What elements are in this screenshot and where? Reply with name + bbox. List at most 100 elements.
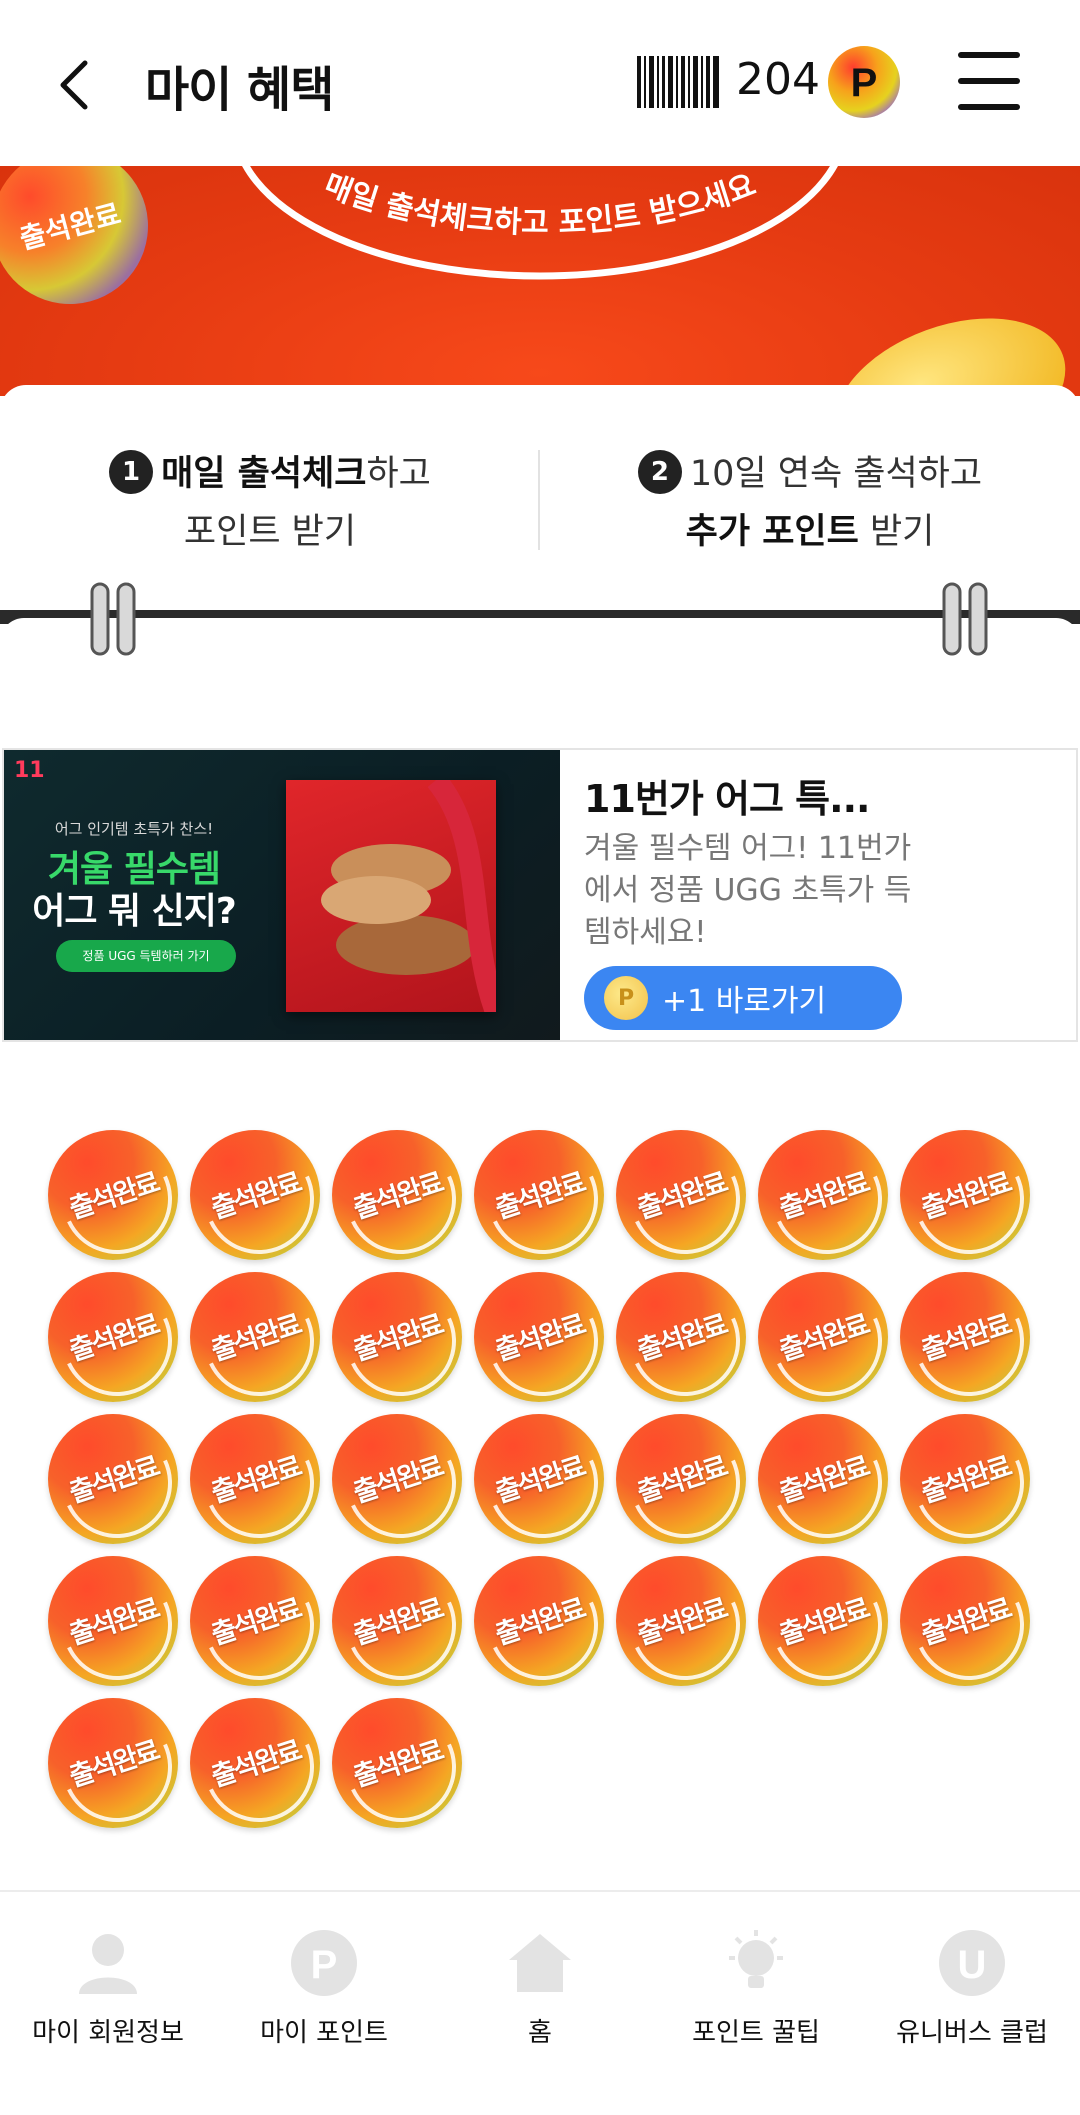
- top-bar: 마이 혜택 204 P: [0, 0, 1080, 166]
- attendance-stamp: 출석완료: [48, 1272, 178, 1402]
- attendance-stamp: 출석완료: [474, 1272, 604, 1402]
- attendance-stamp: 출석완료: [190, 1272, 320, 1402]
- ad-title: 11번가 어그 특...: [584, 777, 870, 821]
- attendance-stamp: 출석완료: [190, 1130, 320, 1260]
- step-2-bold: 추가 포인트: [685, 512, 859, 552]
- nav-label: 유니버스 클럽: [896, 2018, 1048, 2048]
- stamp-label: 출석완료: [775, 1593, 873, 1652]
- stamp-label: 출석완료: [491, 1309, 589, 1368]
- stamp-label: 출석완료: [207, 1167, 305, 1226]
- attendance-stamp: 출석완료: [190, 1698, 320, 1828]
- nav-item-my-point[interactable]: P 마이 포인트: [216, 1928, 432, 2049]
- attendance-stamp: 출석완료: [758, 1130, 888, 1260]
- nav-item-universe-club[interactable]: U 유니버스 클럽: [864, 1928, 1080, 2049]
- attendance-stamp: 출석완료: [332, 1130, 462, 1260]
- attendance-stamp: 출석완료: [616, 1130, 746, 1260]
- step-1-bold: 매일 출석체크: [161, 454, 367, 494]
- banner-arc-text: 매일 출석체크하고 포인트 받으세요: [319, 168, 760, 241]
- ad-card[interactable]: 11 어그 인기템 초특가 찬스! 겨울 필수템 어그 뭐 신지? 정품 UGG…: [2, 748, 1078, 1042]
- attendance-stamp: 출석완료: [900, 1414, 1030, 1544]
- attendance-stamp: 출석완료: [758, 1556, 888, 1686]
- stamp-label: 출석완료: [633, 1309, 731, 1368]
- binder-ring-icon: [942, 582, 988, 656]
- svg-text:P: P: [311, 1943, 338, 1987]
- stamp-label: 출석완료: [207, 1593, 305, 1652]
- stamp-label: 출석완료: [491, 1451, 589, 1510]
- stamp-label: 출석완료: [65, 1309, 163, 1368]
- stamp-label: 출석완료: [207, 1735, 305, 1794]
- point-coin-icon: P: [828, 46, 900, 118]
- calendar-card: [0, 618, 1080, 738]
- svg-text:U: U: [958, 1943, 987, 1987]
- attendance-stamp: 출석완료: [332, 1272, 462, 1402]
- attendance-stamp: 출석완료: [190, 1556, 320, 1686]
- stamp-label: 출석완료: [775, 1167, 873, 1226]
- ad-description: 겨울 필수템 어그! 11번가에서 정품 UGG 초특가 득템하세요!: [584, 831, 912, 950]
- menu-bar: [958, 104, 1020, 110]
- home-icon: [509, 1934, 571, 1992]
- attendance-stamp: 출석완료: [332, 1698, 462, 1828]
- chevron-left-icon: [60, 60, 88, 110]
- stamp-label: 출석완료: [633, 1593, 731, 1652]
- attendance-stamp: 출석완료: [332, 1556, 462, 1686]
- attendance-stamp: 출석완료: [616, 1272, 746, 1402]
- stamp-label: 출석완료: [349, 1167, 447, 1226]
- step-1-number: 1: [109, 450, 154, 494]
- attendance-stamp: 출석완료: [190, 1414, 320, 1544]
- stamp-label: 출석완료: [349, 1593, 447, 1652]
- banner-art: 매일 출석체크하고 포인트 받으세요 출석완료: [0, 166, 1066, 396]
- nav-item-point-tips[interactable]: 포인트 꿀팁: [648, 1928, 864, 2049]
- attendance-stamp: 출석완료: [48, 1556, 178, 1686]
- person-icon: [79, 1934, 137, 1994]
- stamp-label: 출석완료: [491, 1167, 589, 1226]
- attendance-stamp: 출석완료: [474, 1130, 604, 1260]
- gift-box-image: [286, 772, 507, 1016]
- attendance-stamp: 출석완료: [900, 1130, 1030, 1260]
- menu-button[interactable]: [958, 52, 1020, 110]
- point-count: 204: [736, 54, 820, 105]
- nav-item-home[interactable]: 홈: [432, 1928, 648, 2049]
- ad-logo: 11: [14, 758, 45, 783]
- ad-button-label: +1 바로가기: [662, 984, 827, 1019]
- step-2-line1: 10일 연속 출석하고: [689, 454, 983, 494]
- attendance-banner: 매일 출석체크하고 포인트 받으세요 출석완료: [0, 166, 1080, 396]
- point-icon: P: [291, 1930, 357, 1996]
- ad-image[interactable]: 11 어그 인기템 초특가 찬스! 겨울 필수템 어그 뭐 신지? 정품 UGG…: [4, 750, 560, 1040]
- stamp-label: 출석완료: [917, 1593, 1015, 1652]
- stamp-label: 출석완료: [491, 1593, 589, 1652]
- nav-label: 포인트 꿀팁: [692, 2018, 820, 2048]
- nav-label: 마이 포인트: [260, 2018, 388, 2048]
- stamp-label: 출석완료: [65, 1451, 163, 1510]
- attendance-stamp: 출석완료: [758, 1414, 888, 1544]
- stamp-label: 출석완료: [633, 1451, 731, 1510]
- attendance-stamp: 출석완료: [616, 1414, 746, 1544]
- step-1-line2: 포인트 받기: [183, 512, 357, 552]
- step-2-rest: 받기: [858, 512, 935, 552]
- stamp-label: 출석완료: [633, 1167, 731, 1226]
- attendance-stamp: 출석완료: [758, 1272, 888, 1402]
- attendance-stamp: 출석완료: [474, 1556, 604, 1686]
- binder-ring-icon: [90, 582, 136, 656]
- stamp-label: 출석완료: [349, 1309, 447, 1368]
- back-button[interactable]: [50, 55, 98, 115]
- page-title: 마이 혜택: [145, 62, 334, 118]
- stamp-label: 출석완료: [65, 1167, 163, 1226]
- attendance-stamp: 출석완료: [616, 1556, 746, 1686]
- step-1-info: 1 매일 출석체크하고 포인트 받기: [0, 445, 540, 561]
- barcode-icon[interactable]: [637, 56, 719, 108]
- nav-item-member-info[interactable]: 마이 회원정보: [0, 1928, 216, 2049]
- ad-small-text: 어그 인기템 초특가 찬스!: [54, 820, 214, 838]
- attendance-stamp: 출석완료: [48, 1414, 178, 1544]
- stamp-label: 출석완료: [65, 1735, 163, 1794]
- stamp-label: 출석완료: [207, 1451, 305, 1510]
- menu-bar: [958, 52, 1020, 58]
- nav-label: 마이 회원정보: [32, 2018, 184, 2048]
- bottom-nav: 마이 회원정보 P 마이 포인트 홈 포인트 꿀팁 U 유니버스 클럽: [0, 1890, 1080, 2115]
- stamp-label: 출석완료: [775, 1451, 873, 1510]
- stamp-label: 출석완료: [917, 1309, 1015, 1368]
- lightbulb-icon: [729, 1930, 783, 1988]
- stamp-label: 출석완료: [917, 1167, 1015, 1226]
- nav-label: 홈: [528, 2018, 552, 2048]
- info-divider: [538, 450, 540, 550]
- ad-go-button[interactable]: P +1 바로가기: [584, 966, 902, 1030]
